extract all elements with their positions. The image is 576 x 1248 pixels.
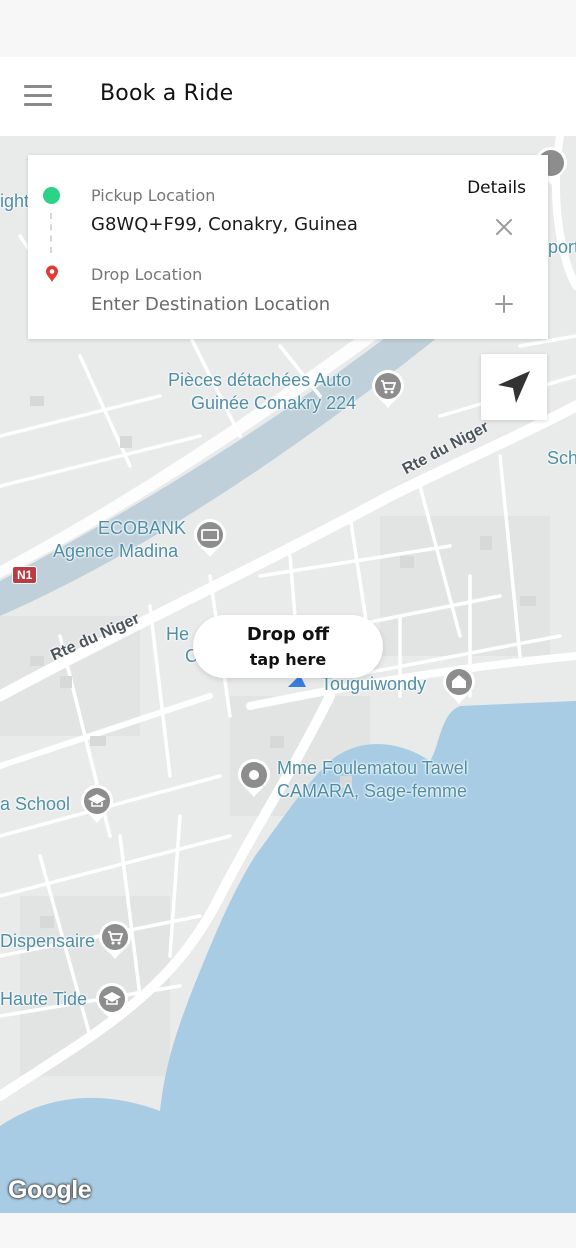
google-attribution-logo: Google <box>8 1176 92 1204</box>
landmark-pin-icon[interactable] <box>442 665 476 705</box>
drop-off-subtitle: tap here <box>249 650 327 669</box>
app-header: Book a Ride <box>0 57 576 136</box>
drop-off-tap-bubble[interactable]: Drop off tap here <box>193 615 383 678</box>
status-bar <box>0 0 576 57</box>
details-link[interactable]: Details <box>467 178 526 198</box>
map-label-partial-port: port <box>548 237 576 257</box>
route-connector <box>50 213 52 253</box>
add-stop-plus-icon[interactable] <box>492 292 516 316</box>
clear-pickup-close-icon[interactable] <box>492 215 516 239</box>
map-label-ecobank-1: ECOBANK <box>98 518 187 538</box>
map-label-mme-2: CAMARA, Sage-femme <box>277 781 468 801</box>
route-badge-n1: N1 <box>12 566 38 584</box>
drop-off-title: Drop off <box>246 624 330 645</box>
bank-pin-icon[interactable] <box>193 518 227 558</box>
map-label-pieces-1: Pièces détachées Auto <box>168 370 352 390</box>
place-pin-icon[interactable] <box>237 758 271 798</box>
page-title: Book a Ride <box>100 81 234 106</box>
bottom-navigation-bar <box>0 1213 576 1248</box>
map-label-ecobank-2: Agence Madina <box>53 541 179 561</box>
map-label-pieces-2: Guinée Conakry 224 <box>191 393 357 413</box>
pickup-dot-icon <box>43 187 60 204</box>
map-label-partial-he: He <box>166 624 190 644</box>
hamburger-menu-icon[interactable] <box>22 83 54 109</box>
app-screen: Book a Ride Pièces détachées Auto Guinée… <box>0 0 576 1248</box>
dispensary-cart-pin-icon[interactable] <box>98 920 132 960</box>
map-label-dispensaire: Dispensaire <box>0 931 96 951</box>
drop-label: Drop Location <box>91 265 203 284</box>
drop-pin-icon <box>46 265 58 282</box>
drop-location-input[interactable]: Enter Destination Location <box>91 294 330 315</box>
map-label-mme-1: Mme Foulematou Tawel <box>277 758 468 778</box>
school-pin-icon[interactable] <box>80 784 114 824</box>
map-label-haute-tide: Haute Tide <box>0 989 88 1009</box>
pickup-location-field[interactable]: G8WQ+F99, Conakry, Guinea <box>91 214 358 235</box>
map-label-school: a School <box>0 794 71 814</box>
my-location-button[interactable] <box>481 354 547 420</box>
shopping-cart-pin-icon[interactable] <box>371 369 405 409</box>
location-card: Pickup Location G8WQ+F99, Conakry, Guine… <box>28 155 548 339</box>
map-label-partial-ight: ight <box>0 191 30 211</box>
pickup-label: Pickup Location <box>91 186 216 205</box>
school-pin-icon-2[interactable] <box>95 982 129 1022</box>
map-label-partial-sch: Sch <box>547 448 576 468</box>
navigation-arrow-icon <box>498 371 530 403</box>
